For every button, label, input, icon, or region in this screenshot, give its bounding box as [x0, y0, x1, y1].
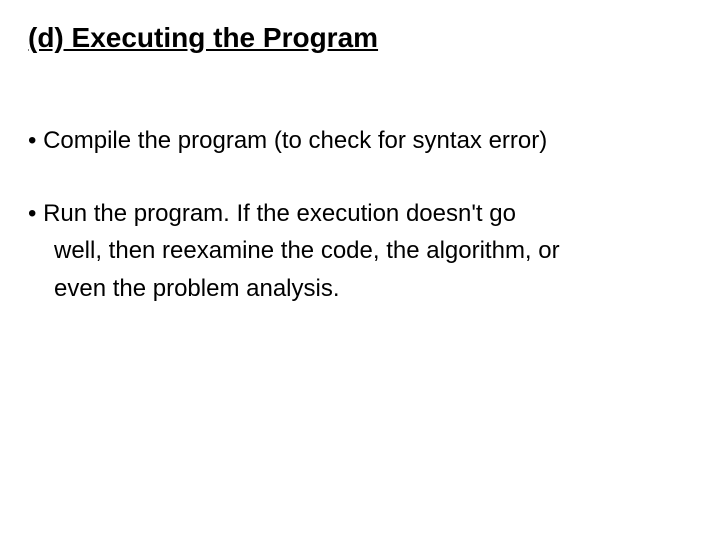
- bullet-text-line-3: even the problem analysis.: [28, 270, 692, 307]
- bullet-text-line-1: • Run the program. If the execution does…: [28, 195, 692, 232]
- bullet-item-2: • Run the program. If the execution does…: [28, 195, 692, 307]
- section-heading: (d) Executing the Program: [28, 22, 692, 54]
- bullet-text-line-2: well, then reexamine the code, the algor…: [28, 232, 692, 269]
- bullet-text: • Compile the program (to check for synt…: [28, 122, 692, 159]
- bullet-item-1: • Compile the program (to check for synt…: [28, 122, 692, 159]
